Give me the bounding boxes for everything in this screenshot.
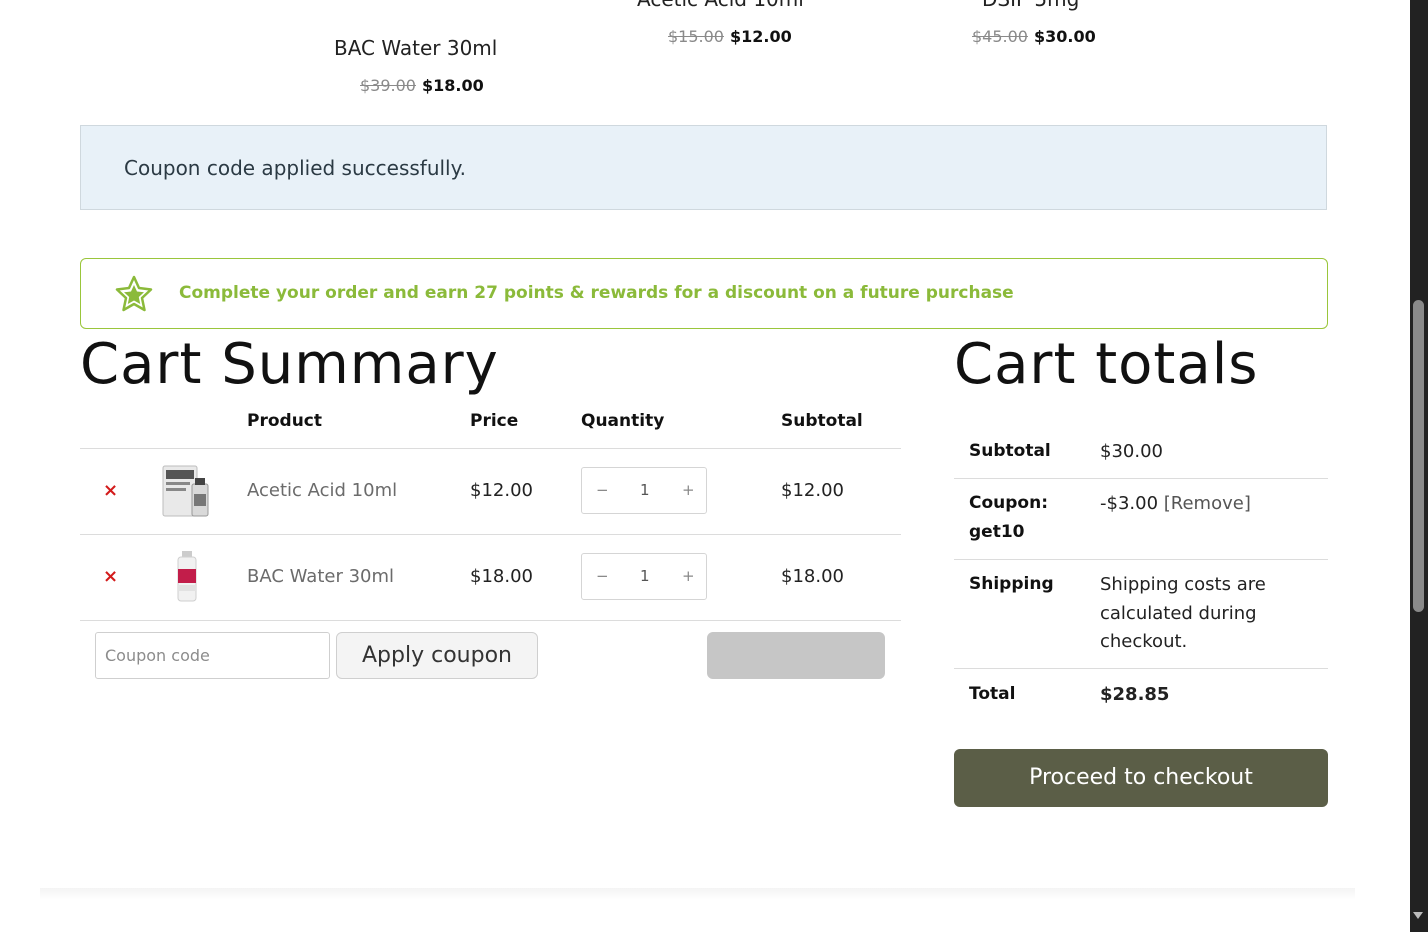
quantity-stepper[interactable]: − 1 + [581,553,707,600]
item-subtotal: $18.00 [781,566,844,587]
product-name-link[interactable]: Acetic Acid 10ml [247,480,397,501]
related-product-title[interactable]: Acetic Acid 10ml [637,0,804,11]
sale-price: $18.00 [421,76,484,95]
coupon-value: -$3.00 [Remove] [1100,493,1251,514]
table-row: × Acetic Acid 10ml $12.00 − 1 + $12.00 [0,449,901,534]
coupon-discount: -$3.00 [1100,493,1159,514]
subtotal-label: Subtotal [969,441,1051,461]
column-header-product: Product [247,411,322,431]
column-header-price: Price [470,411,519,431]
related-product-price: $45.00 $30.00 [972,27,1096,46]
apply-coupon-button[interactable]: Apply coupon [336,632,538,679]
remove-item-button[interactable]: × [103,566,118,587]
quantity-stepper[interactable]: − 1 + [581,467,707,514]
quantity-value[interactable]: 1 [640,567,650,585]
shipping-text-line: Shipping costs are [1100,574,1266,595]
original-price: $45.00 [972,27,1028,46]
item-subtotal: $12.00 [781,480,844,501]
remove-item-button[interactable]: × [103,480,118,501]
item-price: $18.00 [470,566,533,587]
cart-totals-title: Cart totals [954,332,1259,397]
proceed-to-checkout-button[interactable]: Proceed to checkout [954,749,1328,807]
product-thumbnail[interactable] [160,547,212,607]
related-product-price: $15.00 $12.00 [668,27,792,46]
star-icon [115,275,153,312]
product-thumbnail[interactable] [160,462,212,522]
cart-summary-title: Cart Summary [80,332,499,397]
total-label: Total [969,684,1016,704]
coupon-code-label: get10 [969,522,1025,542]
divider [954,559,1328,560]
divider [954,668,1328,669]
scroll-down-icon[interactable] [1413,912,1423,919]
related-product-title[interactable]: DSIP 5mg [982,0,1079,11]
column-header-quantity: Quantity [581,411,665,431]
footer-divider [40,888,1355,900]
divider [954,478,1328,479]
remove-coupon-link[interactable]: [Remove] [1164,493,1251,514]
total-value: $28.85 [1100,684,1170,705]
original-price: $39.00 [360,76,416,95]
quantity-value[interactable]: 1 [640,481,650,499]
related-product-price: $39.00 $18.00 [360,76,484,95]
rewards-banner: Complete your order and earn 27 points &… [80,258,1328,329]
shipping-text-line: calculated during [1100,603,1257,624]
related-product-title[interactable]: BAC Water 30ml [334,36,497,60]
rewards-message: Complete your order and earn 27 points &… [179,283,1014,303]
item-price: $12.00 [470,480,533,501]
shipping-label: Shipping [969,574,1054,594]
column-header-subtotal: Subtotal [781,411,863,431]
product-name-link[interactable]: BAC Water 30ml [247,566,394,587]
sale-price: $12.00 [729,27,792,46]
increase-quantity-button[interactable]: + [682,567,695,585]
scrollbar-thumb[interactable] [1413,300,1424,612]
subtotal-value: $30.00 [1100,441,1163,462]
table-row: × BAC Water 30ml $18.00 − 1 + $18.00 [0,535,901,620]
divider [80,620,901,621]
coupon-notice: Coupon code applied successfully. [80,125,1327,210]
original-price: $15.00 [668,27,724,46]
coupon-code-input[interactable] [95,632,330,679]
coupon-label: Coupon: [969,493,1049,513]
decrease-quantity-button[interactable]: − [596,567,609,585]
shipping-text-line: checkout. [1100,631,1188,652]
notice-message: Coupon code applied successfully. [124,156,466,180]
increase-quantity-button[interactable]: + [682,481,695,499]
sale-price: $30.00 [1033,27,1096,46]
update-cart-button[interactable] [707,632,885,679]
decrease-quantity-button[interactable]: − [596,481,609,499]
